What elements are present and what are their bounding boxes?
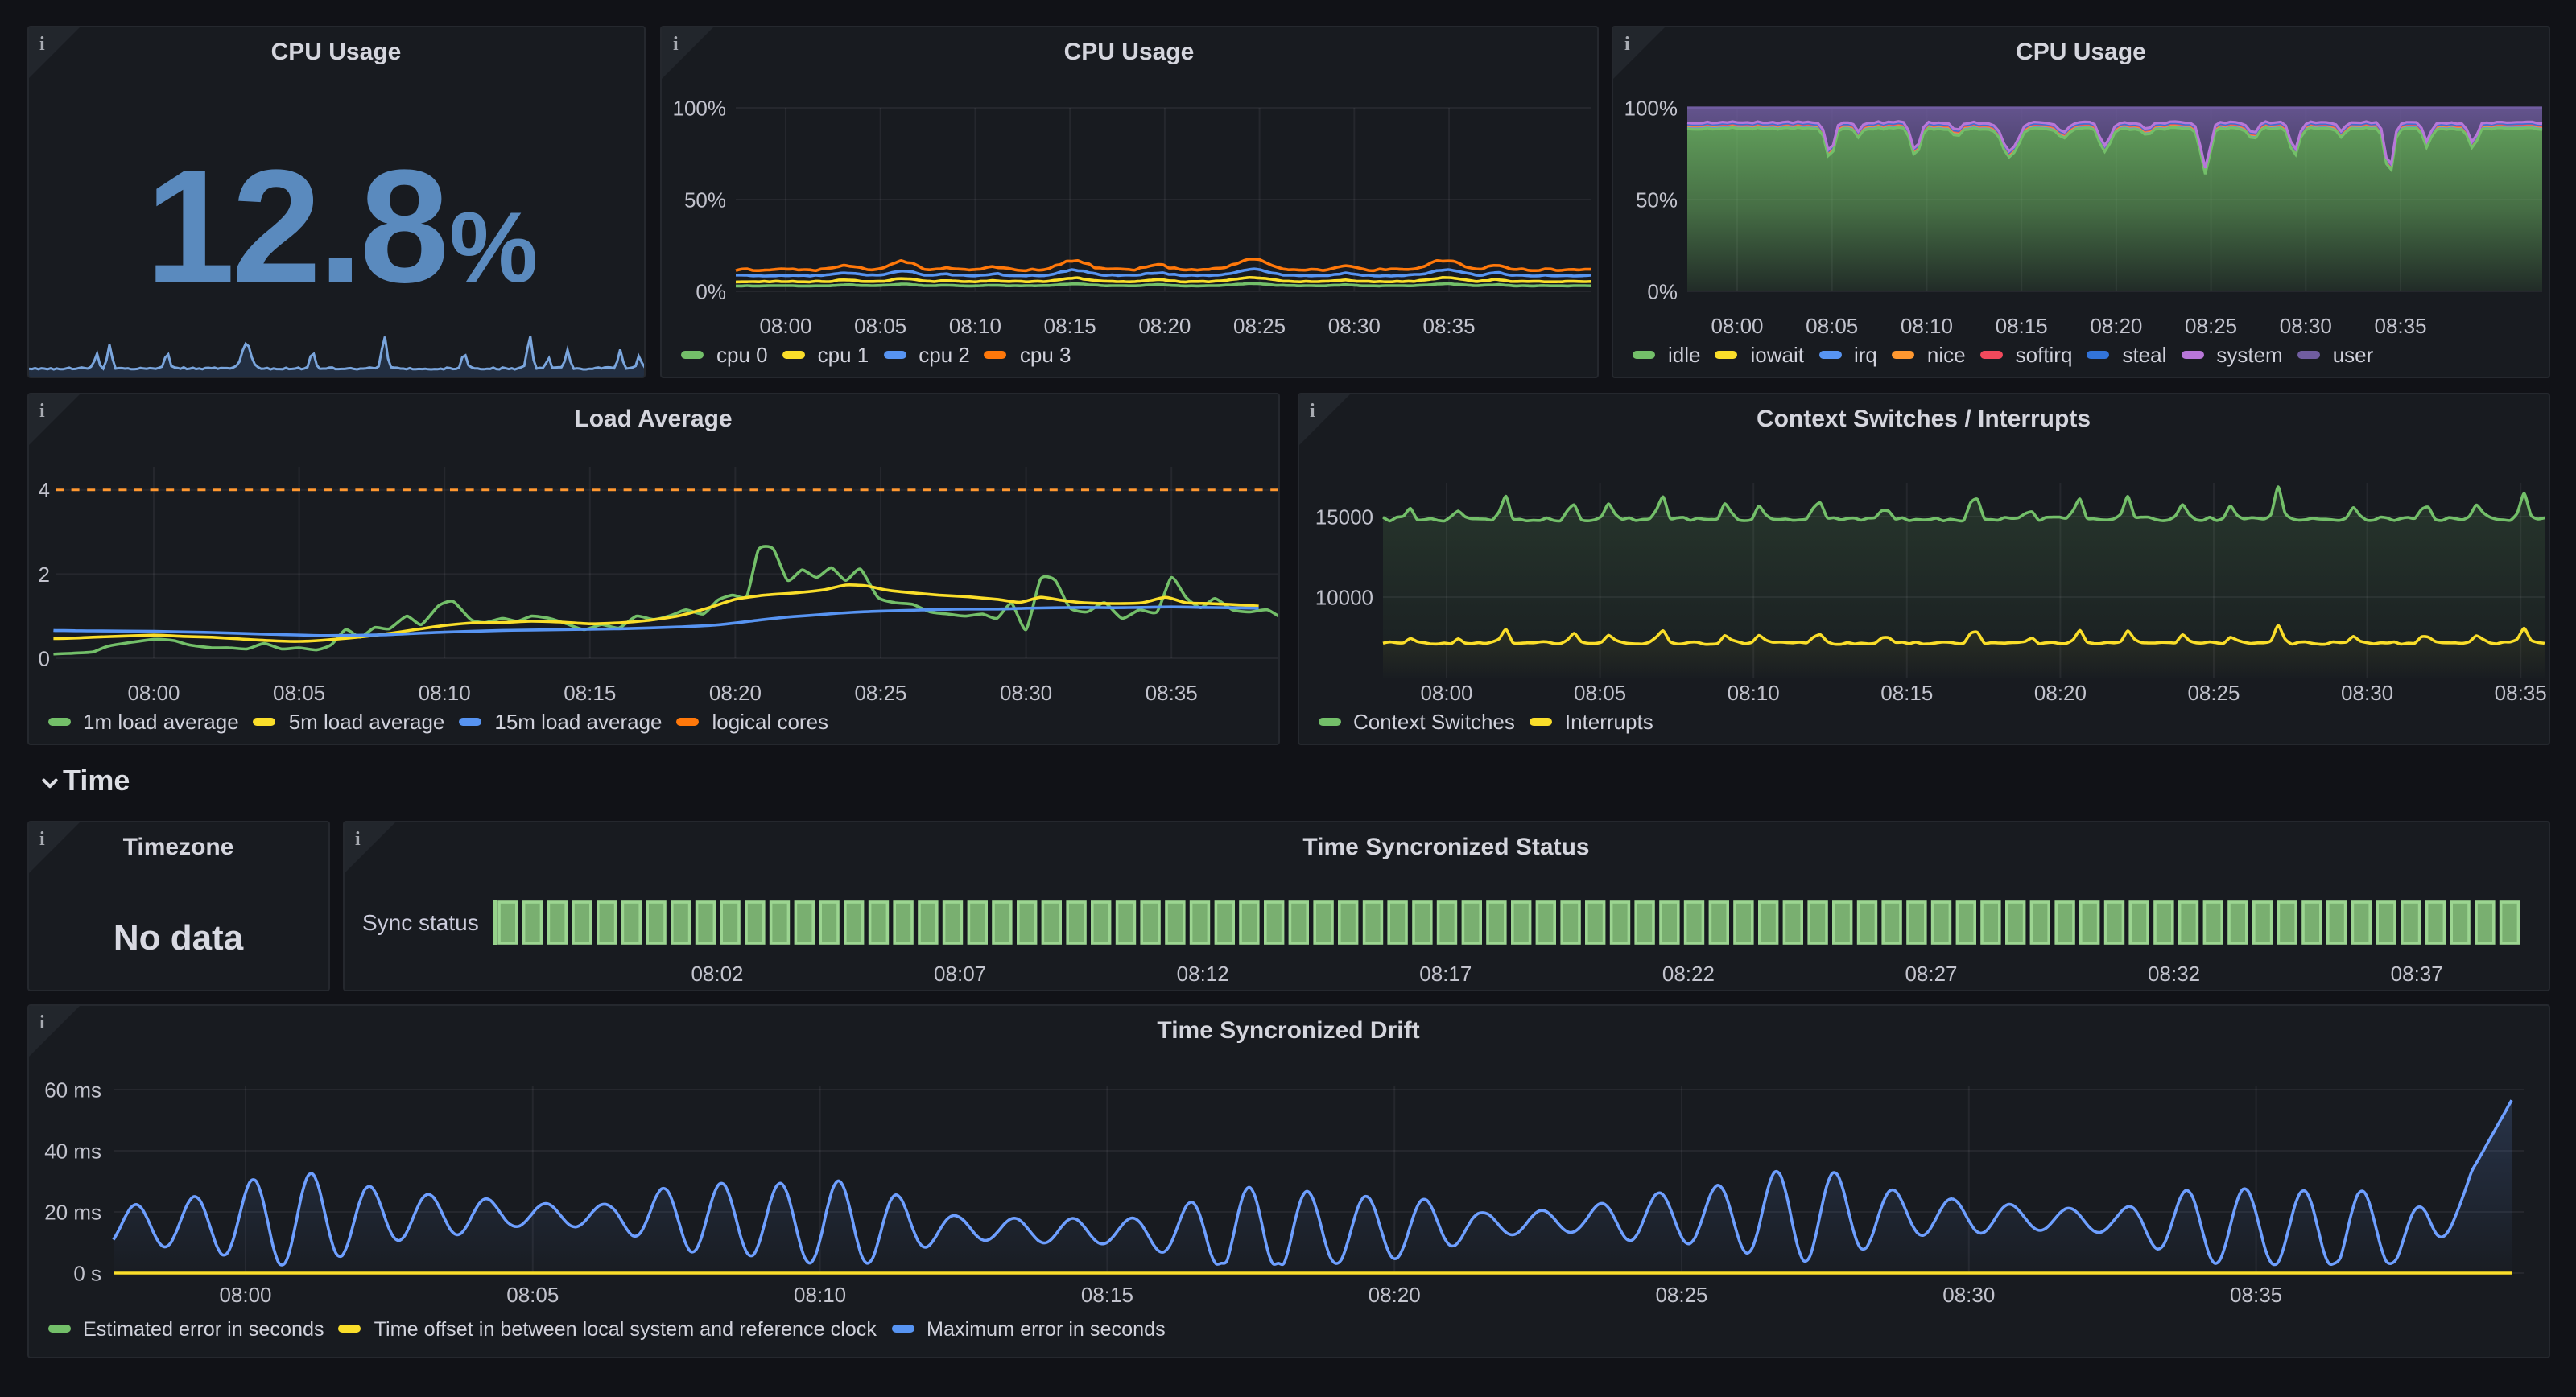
- svg-text:08:15: 08:15: [563, 681, 615, 705]
- svg-text:100%: 100%: [673, 96, 727, 120]
- svg-text:Sync status: Sync status: [361, 910, 478, 935]
- svg-text:08:20: 08:20: [1368, 1283, 1420, 1307]
- svg-text:08:35: 08:35: [1423, 314, 1476, 338]
- svg-text:08:37: 08:37: [2390, 962, 2442, 986]
- svg-text:08:15: 08:15: [1080, 1283, 1133, 1307]
- svg-text:08:00: 08:00: [1711, 314, 1763, 338]
- svg-text:08:35: 08:35: [2494, 681, 2546, 705]
- svg-text:08:07: 08:07: [933, 962, 985, 986]
- svg-text:08:10: 08:10: [793, 1283, 845, 1307]
- svg-text:08:25: 08:25: [2185, 314, 2237, 338]
- svg-text:08:12: 08:12: [1176, 962, 1228, 986]
- svg-text:08:32: 08:32: [2147, 962, 2199, 986]
- svg-text:08:17: 08:17: [1418, 962, 1471, 986]
- svg-text:50%: 50%: [1636, 188, 1678, 212]
- svg-text:08:25: 08:25: [1233, 314, 1286, 338]
- svg-text:08:27: 08:27: [1904, 962, 1956, 986]
- svg-text:15000: 15000: [1315, 505, 1373, 529]
- svg-text:40 ms: 40 ms: [43, 1139, 101, 1163]
- svg-text:08:10: 08:10: [949, 314, 1001, 338]
- svg-text:08:30: 08:30: [2280, 314, 2332, 338]
- svg-text:4: 4: [38, 478, 49, 502]
- svg-text:0%: 0%: [1647, 279, 1678, 303]
- svg-text:0%: 0%: [696, 279, 726, 303]
- svg-text:08:30: 08:30: [2340, 681, 2392, 705]
- svg-text:08:25: 08:25: [1654, 1283, 1707, 1307]
- svg-text:08:35: 08:35: [1145, 681, 1197, 705]
- svg-text:0 s: 0 s: [72, 1261, 101, 1285]
- svg-text:08:30: 08:30: [1942, 1283, 1994, 1307]
- svg-text:08:20: 08:20: [2033, 681, 2086, 705]
- svg-text:08:35: 08:35: [2229, 1283, 2281, 1307]
- svg-text:08:10: 08:10: [1901, 314, 1953, 338]
- svg-text:08:10: 08:10: [1727, 681, 1779, 705]
- svg-text:08:30: 08:30: [1328, 314, 1381, 338]
- svg-text:20 ms: 20 ms: [43, 1200, 101, 1224]
- svg-text:10000: 10000: [1315, 585, 1373, 609]
- svg-text:08:05: 08:05: [854, 314, 906, 338]
- svg-text:50%: 50%: [684, 188, 726, 212]
- svg-text:08:22: 08:22: [1662, 962, 1714, 986]
- svg-text:08:05: 08:05: [272, 681, 324, 705]
- svg-text:08:25: 08:25: [853, 681, 906, 705]
- svg-text:08:02: 08:02: [690, 962, 742, 986]
- svg-text:08:05: 08:05: [1806, 314, 1858, 338]
- svg-text:08:20: 08:20: [708, 681, 761, 705]
- svg-text:08:15: 08:15: [1880, 681, 1932, 705]
- svg-text:08:00: 08:00: [1419, 681, 1472, 705]
- svg-text:08:00: 08:00: [218, 1283, 270, 1307]
- svg-text:60 ms: 60 ms: [43, 1078, 101, 1102]
- svg-text:08:05: 08:05: [506, 1283, 558, 1307]
- svg-text:08:20: 08:20: [2090, 314, 2142, 338]
- svg-text:08:10: 08:10: [418, 681, 470, 705]
- svg-text:08:25: 08:25: [2186, 681, 2239, 705]
- svg-text:08:30: 08:30: [999, 681, 1051, 705]
- svg-text:100%: 100%: [1624, 96, 1678, 120]
- svg-text:08:35: 08:35: [2375, 314, 2427, 338]
- svg-text:08:15: 08:15: [1044, 314, 1096, 338]
- svg-text:2: 2: [38, 563, 49, 587]
- svg-text:08:00: 08:00: [759, 314, 811, 338]
- svg-text:0: 0: [38, 646, 49, 670]
- svg-text:08:00: 08:00: [126, 681, 179, 705]
- svg-text:08:20: 08:20: [1138, 314, 1191, 338]
- svg-text:08:05: 08:05: [1573, 681, 1625, 705]
- svg-text:08:15: 08:15: [1996, 314, 2048, 338]
